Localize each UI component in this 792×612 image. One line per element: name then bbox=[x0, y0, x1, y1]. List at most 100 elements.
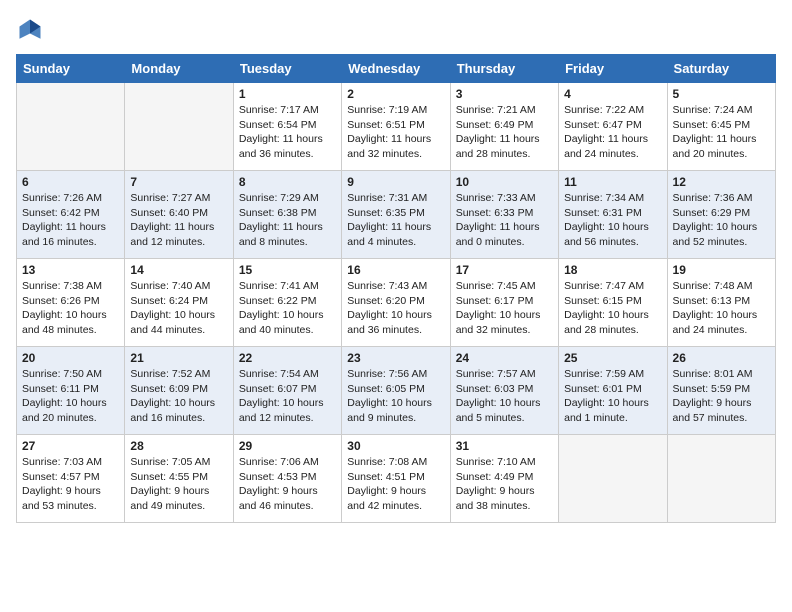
calendar-cell: 18Sunrise: 7:47 AM Sunset: 6:15 PM Dayli… bbox=[559, 259, 667, 347]
calendar-cell: 31Sunrise: 7:10 AM Sunset: 4:49 PM Dayli… bbox=[450, 435, 558, 523]
day-number: 9 bbox=[347, 175, 444, 189]
day-number: 28 bbox=[130, 439, 227, 453]
calendar-cell: 8 Sunrise: 7:29 AM Sunset: 6:38 PM Daylig… bbox=[233, 171, 341, 259]
cell-content: Sunrise: 7:08 AM Sunset: 4:51 PM Dayligh… bbox=[347, 455, 444, 514]
calendar-cell: 15 Sunrise: 7:41 AM Sunset: 6:22 PM Dayli… bbox=[233, 259, 341, 347]
calendar-cell bbox=[17, 83, 125, 171]
calendar-week-2: 6 Sunrise: 7:26 AM Sunset: 6:42 PM Daylig… bbox=[17, 171, 776, 259]
calendar-cell: 3 Sunrise: 7:21 AM Sunset: 6:49 PM Daylig… bbox=[450, 83, 558, 171]
day-number: 3 bbox=[456, 87, 553, 101]
calendar-cell: 28 Sunrise: 7:05 AM Sunset: 4:55 PM Dayli… bbox=[125, 435, 233, 523]
day-number: 19 bbox=[673, 263, 770, 277]
day-number: 2 bbox=[347, 87, 444, 101]
calendar-cell: 10 Sunrise: 7:33 AM Sunset: 6:33 PM Dayli… bbox=[450, 171, 558, 259]
cell-content: Sunrise: 7:24 AM Sunset: 6:45 PM Dayligh… bbox=[673, 103, 770, 162]
cell-content: Sunrise: 7:40 AM Sunset: 6:24 PM Dayligh… bbox=[130, 279, 227, 338]
cell-content: Sunrise: 7:06 AM Sunset: 4:53 PM Dayligh… bbox=[239, 455, 336, 514]
day-number: 24 bbox=[456, 351, 553, 365]
calendar-header-row: SundayMondayTuesdayWednesdayThursdayFrid… bbox=[17, 55, 776, 83]
calendar-cell: 23 Sunrise: 7:56 AM Sunset: 6:05 PM Dayli… bbox=[342, 347, 450, 435]
calendar-cell: 19 Sunrise: 7:48 AM Sunset: 6:13 PM Dayli… bbox=[667, 259, 775, 347]
cell-content: Sunrise: 7:38 AM Sunset: 6:26 PM Dayligh… bbox=[22, 279, 119, 338]
day-number: 6 bbox=[22, 175, 119, 189]
cell-content: Sunrise: 7:03 AM Sunset: 4:57 PM Dayligh… bbox=[22, 455, 119, 514]
calendar-week-3: 13 Sunrise: 7:38 AM Sunset: 6:26 PM Dayli… bbox=[17, 259, 776, 347]
cell-content: Sunrise: 7:22 AM Sunset: 6:47 PM Dayligh… bbox=[564, 103, 661, 162]
day-number: 12 bbox=[673, 175, 770, 189]
day-number: 7 bbox=[130, 175, 227, 189]
cell-content: Sunrise: 7:34 AM Sunset: 6:31 PM Dayligh… bbox=[564, 191, 661, 250]
calendar-cell: 25Sunrise: 7:59 AM Sunset: 6:01 PM Dayli… bbox=[559, 347, 667, 435]
calendar-cell bbox=[125, 83, 233, 171]
day-number: 21 bbox=[130, 351, 227, 365]
day-header-monday: Monday bbox=[125, 55, 233, 83]
cell-content: Sunrise: 7:48 AM Sunset: 6:13 PM Dayligh… bbox=[673, 279, 770, 338]
calendar-cell: 9 Sunrise: 7:31 AM Sunset: 6:35 PM Daylig… bbox=[342, 171, 450, 259]
calendar-cell: 22 Sunrise: 7:54 AM Sunset: 6:07 PM Dayli… bbox=[233, 347, 341, 435]
cell-content: Sunrise: 7:17 AM Sunset: 6:54 PM Dayligh… bbox=[239, 103, 336, 162]
cell-content: Sunrise: 7:05 AM Sunset: 4:55 PM Dayligh… bbox=[130, 455, 227, 514]
cell-content: Sunrise: 8:01 AM Sunset: 5:59 PM Dayligh… bbox=[673, 367, 770, 426]
day-number: 13 bbox=[22, 263, 119, 277]
day-number: 18 bbox=[564, 263, 661, 277]
calendar-week-5: 27 Sunrise: 7:03 AM Sunset: 4:57 PM Dayli… bbox=[17, 435, 776, 523]
cell-content: Sunrise: 7:56 AM Sunset: 6:05 PM Dayligh… bbox=[347, 367, 444, 426]
day-header-thursday: Thursday bbox=[450, 55, 558, 83]
day-number: 1 bbox=[239, 87, 336, 101]
day-header-tuesday: Tuesday bbox=[233, 55, 341, 83]
calendar-cell: 26 Sunrise: 8:01 AM Sunset: 5:59 PM Dayli… bbox=[667, 347, 775, 435]
cell-content: Sunrise: 7:26 AM Sunset: 6:42 PM Dayligh… bbox=[22, 191, 119, 250]
day-header-wednesday: Wednesday bbox=[342, 55, 450, 83]
cell-content: Sunrise: 7:29 AM Sunset: 6:38 PM Dayligh… bbox=[239, 191, 336, 250]
cell-content: Sunrise: 7:21 AM Sunset: 6:49 PM Dayligh… bbox=[456, 103, 553, 162]
cell-content: Sunrise: 7:19 AM Sunset: 6:51 PM Dayligh… bbox=[347, 103, 444, 162]
day-number: 16 bbox=[347, 263, 444, 277]
cell-content: Sunrise: 7:41 AM Sunset: 6:22 PM Dayligh… bbox=[239, 279, 336, 338]
calendar-cell: 5 Sunrise: 7:24 AM Sunset: 6:45 PM Daylig… bbox=[667, 83, 775, 171]
day-number: 11 bbox=[564, 175, 661, 189]
calendar-cell: 4 Sunrise: 7:22 AM Sunset: 6:47 PM Daylig… bbox=[559, 83, 667, 171]
day-number: 29 bbox=[239, 439, 336, 453]
day-header-friday: Friday bbox=[559, 55, 667, 83]
calendar-cell: 20 Sunrise: 7:50 AM Sunset: 6:11 PM Dayli… bbox=[17, 347, 125, 435]
cell-content: Sunrise: 7:57 AM Sunset: 6:03 PM Dayligh… bbox=[456, 367, 553, 426]
day-number: 20 bbox=[22, 351, 119, 365]
calendar-cell: 2 Sunrise: 7:19 AM Sunset: 6:51 PM Daylig… bbox=[342, 83, 450, 171]
day-number: 22 bbox=[239, 351, 336, 365]
cell-content: Sunrise: 7:59 AM Sunset: 6:01 PM Dayligh… bbox=[564, 367, 661, 426]
day-number: 26 bbox=[673, 351, 770, 365]
cell-content: Sunrise: 7:27 AM Sunset: 6:40 PM Dayligh… bbox=[130, 191, 227, 250]
day-number: 17 bbox=[456, 263, 553, 277]
cell-content: Sunrise: 7:54 AM Sunset: 6:07 PM Dayligh… bbox=[239, 367, 336, 426]
calendar-week-1: 1 Sunrise: 7:17 AM Sunset: 6:54 PM Daylig… bbox=[17, 83, 776, 171]
calendar-cell: 17 Sunrise: 7:45 AM Sunset: 6:17 PM Dayli… bbox=[450, 259, 558, 347]
page-header bbox=[16, 16, 776, 44]
calendar-cell: 16Sunrise: 7:43 AM Sunset: 6:20 PM Dayli… bbox=[342, 259, 450, 347]
day-number: 10 bbox=[456, 175, 553, 189]
day-number: 27 bbox=[22, 439, 119, 453]
cell-content: Sunrise: 7:50 AM Sunset: 6:11 PM Dayligh… bbox=[22, 367, 119, 426]
cell-content: Sunrise: 7:33 AM Sunset: 6:33 PM Dayligh… bbox=[456, 191, 553, 250]
calendar-table: SundayMondayTuesdayWednesdayThursdayFrid… bbox=[16, 54, 776, 523]
day-number: 15 bbox=[239, 263, 336, 277]
day-number: 4 bbox=[564, 87, 661, 101]
cell-content: Sunrise: 7:36 AM Sunset: 6:29 PM Dayligh… bbox=[673, 191, 770, 250]
calendar-cell: 11 Sunrise: 7:34 AM Sunset: 6:31 PM Dayli… bbox=[559, 171, 667, 259]
calendar-cell: 27 Sunrise: 7:03 AM Sunset: 4:57 PM Dayli… bbox=[17, 435, 125, 523]
cell-content: Sunrise: 7:31 AM Sunset: 6:35 PM Dayligh… bbox=[347, 191, 444, 250]
day-number: 14 bbox=[130, 263, 227, 277]
calendar-cell: 29 Sunrise: 7:06 AM Sunset: 4:53 PM Dayli… bbox=[233, 435, 341, 523]
calendar-cell bbox=[667, 435, 775, 523]
cell-content: Sunrise: 7:45 AM Sunset: 6:17 PM Dayligh… bbox=[456, 279, 553, 338]
calendar-cell bbox=[559, 435, 667, 523]
day-header-saturday: Saturday bbox=[667, 55, 775, 83]
calendar-week-4: 20 Sunrise: 7:50 AM Sunset: 6:11 PM Dayli… bbox=[17, 347, 776, 435]
day-number: 5 bbox=[673, 87, 770, 101]
calendar-cell: 7 Sunrise: 7:27 AM Sunset: 6:40 PM Daylig… bbox=[125, 171, 233, 259]
day-number: 23 bbox=[347, 351, 444, 365]
cell-content: Sunrise: 7:10 AM Sunset: 4:49 PM Dayligh… bbox=[456, 455, 553, 514]
calendar-cell: 6 Sunrise: 7:26 AM Sunset: 6:42 PM Daylig… bbox=[17, 171, 125, 259]
day-number: 30 bbox=[347, 439, 444, 453]
calendar-cell: 12 Sunrise: 7:36 AM Sunset: 6:29 PM Dayli… bbox=[667, 171, 775, 259]
day-number: 8 bbox=[239, 175, 336, 189]
